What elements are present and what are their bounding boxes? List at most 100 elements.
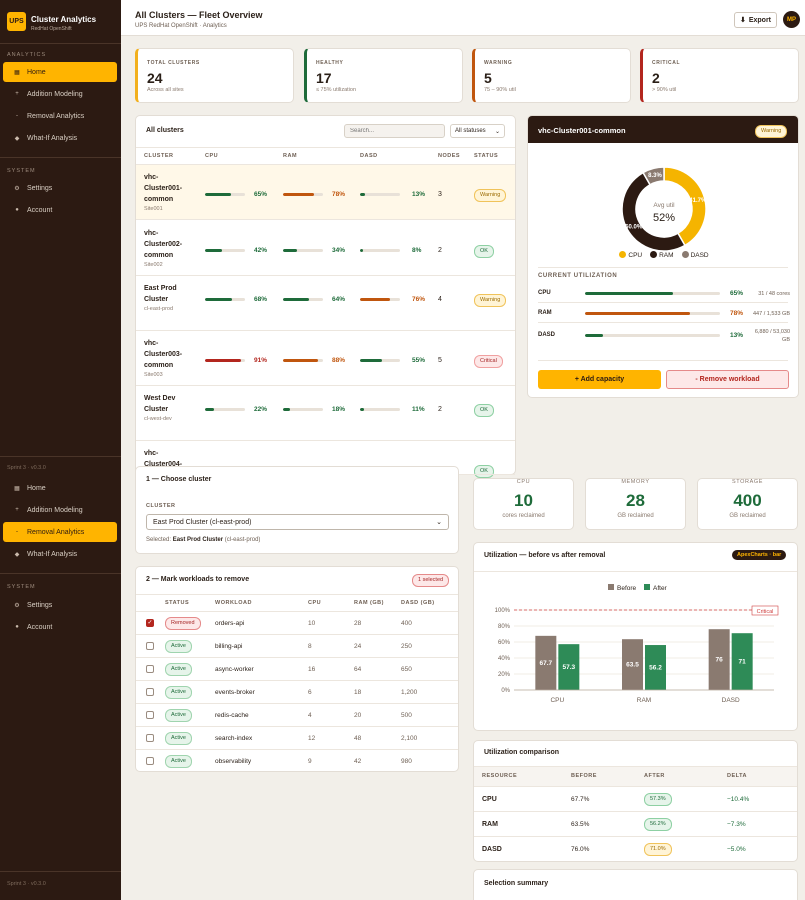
stat-sub: GB reclaimed (729, 513, 766, 519)
workload-checkbox[interactable] (146, 757, 154, 765)
util-bar (585, 312, 720, 315)
cluster-site: Site002 (144, 262, 163, 268)
kpi-card: CRITICAL 2 > 90% util (640, 48, 799, 103)
table-row[interactable]: vhc- Cluster003- common Site003 91% 88% 55% 5 Cr… (136, 331, 515, 386)
cluster-nodes: 2 (438, 246, 442, 254)
table-row[interactable]: West Dev Cluster cl-west-dev 22% 18% 11% 2 OK (136, 386, 515, 441)
summary-title: Selection summary (484, 880, 549, 887)
cluster-site: Site003 (144, 372, 163, 378)
table-row[interactable]: East Prod Cluster cl-east-prod 68% 64% 76% 4 Wa… (136, 276, 515, 331)
ram-util-pct: 64% (332, 296, 346, 303)
table-row[interactable]: Active billing-api 8 24 250 (136, 635, 458, 658)
sidebar-item-settings[interactable]: ⚙ Settings (3, 595, 117, 615)
util-pct: 13% (730, 332, 744, 339)
sidebar-item-home[interactable]: ▦ Home (3, 478, 117, 498)
sidebar-item-label: What-If Analysis (27, 134, 78, 142)
util-detail: 447 / 1,533 GB (753, 311, 790, 317)
workload-checkbox[interactable] (146, 711, 154, 719)
download-icon: ⬇ (739, 17, 746, 24)
workload-status-badge: Active (165, 755, 192, 768)
table-row[interactable]: Active observability 9 42 980 (136, 750, 458, 773)
selection-summary-card: Selection summary (473, 869, 798, 900)
table-row[interactable]: Active redis-cache 4 20 500 (136, 704, 458, 727)
workload-status-badge: Active (165, 709, 192, 722)
app-title: Cluster Analytics (31, 15, 97, 24)
util-bar (585, 334, 720, 337)
after-value-badge: 71.0% (644, 843, 672, 856)
table-row[interactable]: vhc- Cluster002- common Site002 42% 34% 8% 2 OK (136, 221, 515, 276)
minus-icon: - (16, 529, 18, 535)
workload-checkbox[interactable]: ✓ (146, 619, 154, 627)
workload-checkbox[interactable] (146, 665, 154, 673)
avatar[interactable]: MP (783, 11, 800, 28)
sidebar-item-account[interactable]: ● Account (3, 200, 117, 220)
stat-label: CPU (516, 479, 531, 485)
before-value: 67.7% (571, 796, 590, 803)
sidebar-item-account[interactable]: ● Account (3, 617, 117, 637)
sidebar-divider (0, 157, 121, 158)
workload-ram: 42 (354, 758, 362, 765)
kpi-value: 24 (147, 70, 163, 86)
cpu-util-bar (205, 408, 245, 411)
sidebar-item-what-if[interactable]: ◆ What-If Analysis (3, 128, 117, 148)
after-value-badge: 57.3% (644, 793, 672, 806)
reclaimed-stat: CPU 10 cores reclaimed (473, 478, 574, 530)
column-header[interactable]: CPU (205, 153, 218, 159)
column-header[interactable]: NODES (438, 153, 460, 159)
workload-checkbox[interactable] (146, 734, 154, 742)
bar-data-label: 76 (716, 657, 724, 664)
utilization-donut: 41.7% 50.0% 8.3% Avg util 52% (621, 166, 707, 252)
column-header[interactable]: RAM (283, 153, 297, 159)
dasd-util-pct: 76% (412, 296, 426, 303)
table-row[interactable]: Active search-index 12 48 2,100 (136, 727, 458, 750)
column-header[interactable]: DASD (360, 153, 378, 159)
kpi-value: 2 (652, 70, 660, 86)
cluster-name: West Dev (144, 395, 176, 402)
dasd-util-bar (360, 248, 400, 252)
remove-workload-button[interactable]: - Remove workload (666, 370, 789, 389)
plus-icon: + (15, 507, 19, 513)
sidebar-item-home[interactable]: ▦ Home (3, 62, 117, 82)
add-capacity-button[interactable]: + Add capacity (538, 370, 661, 389)
sidebar-item-label: Account (27, 206, 53, 214)
sidebar-item-removal-analytics[interactable]: - Removal Analytics (3, 106, 117, 126)
cluster-name: Cluster (144, 406, 169, 413)
sidebar-item-removal-analytics[interactable]: - Removal Analytics (3, 522, 117, 542)
cluster-select[interactable]: East Prod Cluster (cl-east-prod) ⌄ (146, 514, 449, 530)
divider (538, 322, 788, 323)
y-tick-label: 60% (498, 640, 511, 646)
table-row[interactable]: Active async-worker 16 64 650 (136, 658, 458, 681)
workload-name: orders-api (215, 620, 245, 627)
workload-dasd: 250 (401, 643, 412, 650)
ram-util-pct: 88% (332, 356, 346, 364)
search-input[interactable] (344, 124, 445, 138)
export-button[interactable]: ⬇ Export (734, 12, 777, 28)
workload-ram: 48 (354, 735, 362, 742)
table-row[interactable]: vhc- Cluster001- common Site001 65% 78% 13% 3 Wa… (136, 165, 515, 220)
gear-icon: ⚙ (14, 602, 20, 609)
y-tick-label: 100% (495, 608, 511, 614)
workload-checkbox[interactable] (146, 642, 154, 650)
workload-checkbox[interactable] (146, 688, 154, 696)
table-row[interactable]: Active events-broker 6 18 1,200 (136, 681, 458, 704)
column-header[interactable]: CLUSTER (144, 153, 173, 159)
column-header[interactable]: STATUS (474, 153, 498, 159)
sidebar-item-addition-modeling[interactable]: + Addition Modeling (3, 500, 117, 520)
ram-util-bar (283, 408, 323, 411)
x-tick-label: DASD (722, 697, 740, 704)
column-header: AFTER (644, 773, 665, 779)
table-row[interactable]: ✓ Removed orders-api 10 28 400 (136, 612, 458, 635)
status-filter-select[interactable]: All statuses ⌄ (450, 124, 505, 138)
critical-annotation-label: Critical (757, 609, 774, 615)
kpi-card: WARNING 5 75 – 90% util (472, 48, 631, 103)
sidebar-item-addition-modeling[interactable]: + Addition Modeling (3, 84, 117, 104)
workload-name: observability (215, 758, 252, 765)
donut-slice-label: 8.3% (648, 173, 662, 179)
donut-slice-label: 50.0% (625, 224, 643, 230)
sidebar-item-settings[interactable]: ⚙ Settings (3, 178, 117, 198)
cluster-name: Cluster002- (144, 241, 183, 248)
sidebar-item-what-if[interactable]: ◆ What-If Analysis (3, 544, 117, 564)
dasd-util-bar (360, 408, 400, 411)
cluster-select-value: East Prod Cluster (cl-east-prod) (153, 519, 252, 526)
divider (538, 302, 788, 303)
